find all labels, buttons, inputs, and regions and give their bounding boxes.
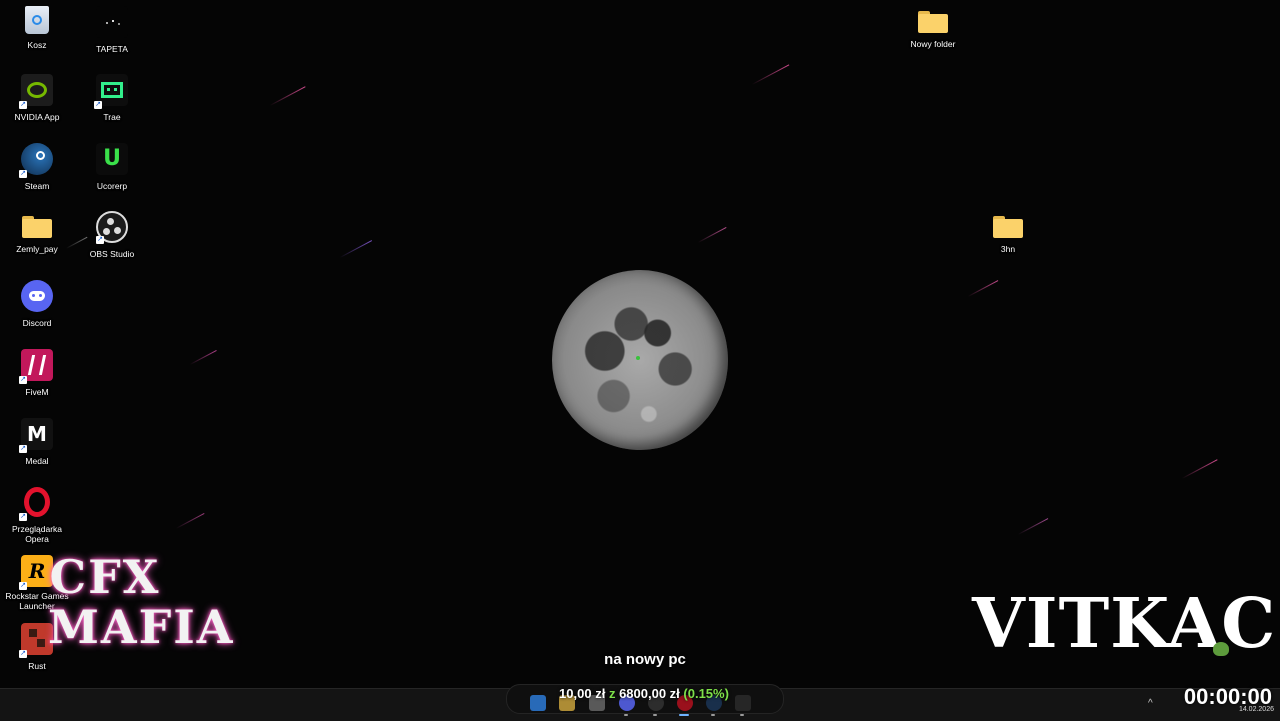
running-indicator xyxy=(711,714,715,716)
shortcut-arrow-icon: ↗ xyxy=(19,650,27,658)
running-indicator xyxy=(679,714,689,716)
star-streak xyxy=(697,227,727,243)
fivem-icon: ↗ xyxy=(19,349,53,384)
desktop-icon-label: Nowy folder xyxy=(910,39,956,49)
shortcut-arrow-icon: ↗ xyxy=(96,236,104,244)
desktop-icon-label: Medal xyxy=(25,456,49,466)
star-streak xyxy=(1017,518,1049,535)
stream-caption: na nowy pc xyxy=(604,651,686,668)
shortcut-arrow-icon: ↗ xyxy=(19,513,27,521)
shortcut-arrow-icon: ↗ xyxy=(94,101,102,109)
folder-icon xyxy=(993,216,1023,238)
star-streak xyxy=(339,240,373,258)
star-streak xyxy=(1181,459,1218,479)
recycle-bin-icon xyxy=(25,6,49,34)
donation-goal: 10,00 zł z 6800,00 zł (0.15%) xyxy=(510,686,778,702)
taskbar-date[interactable]: 14.02.2026 xyxy=(1218,706,1274,713)
desktop-icon-label: Discord xyxy=(22,318,52,328)
desktop-icon-label: TAPETA xyxy=(96,44,128,54)
desktop-icon-nvidia[interactable]: ↗ NVIDIA App xyxy=(0,74,74,122)
running-indicator xyxy=(740,714,744,716)
desktop-icon-medal[interactable]: M ↗ Medal xyxy=(0,418,74,466)
desktop-icon-label: Ucorerp xyxy=(96,181,128,191)
star-streak xyxy=(189,349,217,365)
moon-image xyxy=(552,270,728,450)
desktop-icon-label: Steam xyxy=(24,181,50,191)
star-streak xyxy=(175,513,205,529)
cfx-mafia-logo: CFX MAFIA xyxy=(48,550,235,654)
desktop-icon-3hn[interactable]: 3hn xyxy=(971,211,1045,254)
desktop-icon-label: Zemly_pay xyxy=(16,244,58,254)
steam-icon: ↗ xyxy=(19,143,53,178)
folder-icon xyxy=(22,216,52,238)
donation-goal-amount: 6800,00 zł xyxy=(619,686,680,701)
desktop-icon-label: 3hn xyxy=(1000,244,1016,254)
donation-percent: (0.15%) xyxy=(683,686,729,701)
desktop-icon-zemly-pay[interactable]: Zemly_pay xyxy=(0,211,74,254)
desktop-icon-obs[interactable]: ↗ OBS Studio xyxy=(75,211,149,259)
desktop-icon-discord[interactable]: Discord xyxy=(0,280,74,328)
shortcut-arrow-icon: ↗ xyxy=(19,170,27,178)
donation-separator: z xyxy=(608,686,616,701)
nvidia-icon: ↗ xyxy=(19,74,53,109)
running-indicator xyxy=(653,714,657,716)
desktop-icon-label: OBS Studio xyxy=(89,249,135,259)
desktop-icon-label: Kosz xyxy=(27,40,47,50)
cursor-marker xyxy=(636,356,640,360)
desktop-icon-tapeta[interactable]: TAPETA xyxy=(75,6,149,54)
desktop-icon-label: NVIDIA App xyxy=(14,112,60,122)
desktop-icon-label: Przeglądarka Opera xyxy=(11,524,63,544)
shortcut-arrow-icon: ↗ xyxy=(19,582,27,590)
shortcut-arrow-icon: ↗ xyxy=(19,101,27,109)
ucorerp-icon: U xyxy=(96,143,128,175)
frog-emote-icon xyxy=(1213,642,1229,656)
desktop-icon-kosz[interactable]: Kosz xyxy=(0,6,74,50)
star-streak xyxy=(967,280,999,297)
desktop-icon-trae[interactable]: ↗ Trae xyxy=(75,74,149,122)
trae-icon: ↗ xyxy=(94,74,128,109)
desktop-icon-label: Trae xyxy=(103,112,121,122)
discord-icon xyxy=(21,280,53,312)
opera-icon: ↗ xyxy=(19,486,53,521)
desktop-icon-opera[interactable]: ↗ Przeglądarka Opera xyxy=(0,486,74,544)
wallpaper-icon xyxy=(96,6,128,38)
desktop-icon-nowy-folder[interactable]: Nowy folder xyxy=(896,6,970,49)
medal-icon: M ↗ xyxy=(19,418,53,453)
shortcut-arrow-icon: ↗ xyxy=(19,445,27,453)
donation-current: 10,00 zł xyxy=(559,686,606,701)
shortcut-arrow-icon: ↗ xyxy=(19,376,27,384)
desktop-icon-label: FiveM xyxy=(25,387,49,397)
desktop-icon-steam[interactable]: ↗ Steam xyxy=(0,143,74,191)
desktop-icon-fivem[interactable]: ↗ FiveM xyxy=(0,349,74,397)
vitkac-logo: VITKAC xyxy=(972,584,1277,664)
obs-icon: ↗ xyxy=(96,211,128,244)
folder-icon xyxy=(918,11,948,33)
star-streak xyxy=(751,64,790,85)
desktop-icon-ucorerp[interactable]: U Ucorerp xyxy=(75,143,149,191)
running-indicator xyxy=(624,714,628,716)
tray-chevron-icon[interactable]: ^ xyxy=(1148,698,1153,709)
star-streak xyxy=(269,86,306,106)
